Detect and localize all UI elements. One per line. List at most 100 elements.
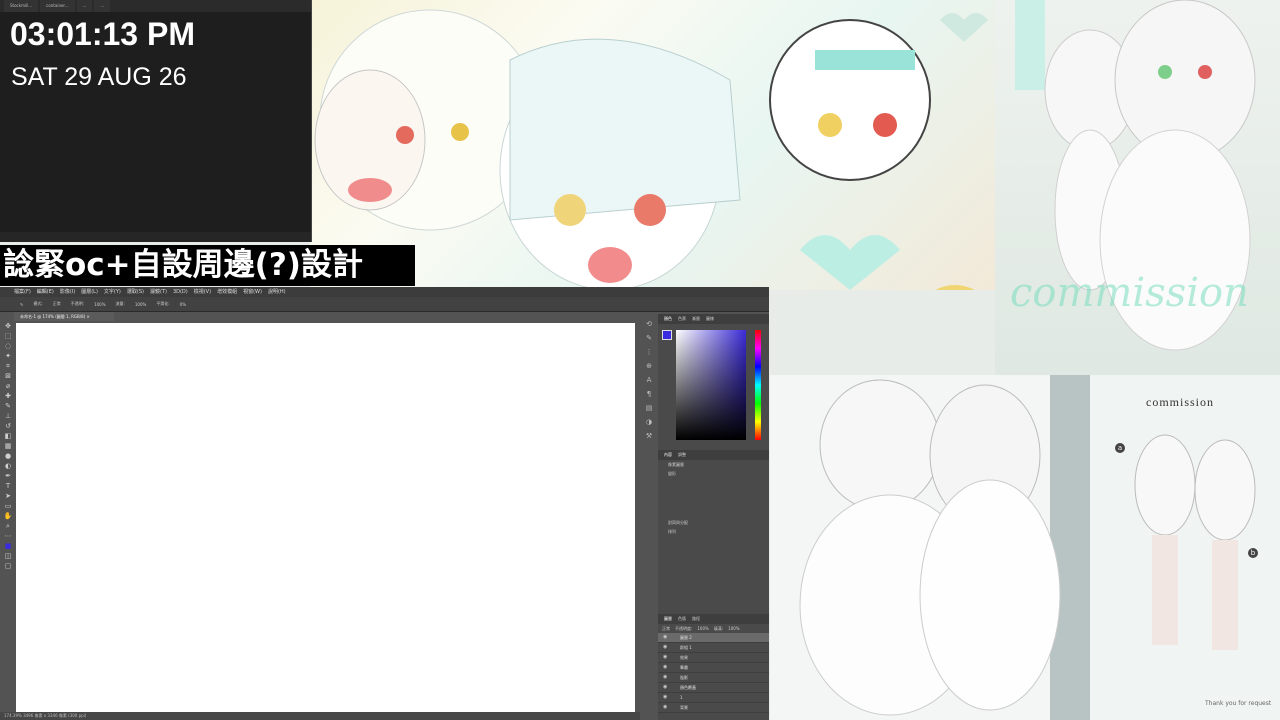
layer-fill-input[interactable]: 100% [728, 624, 739, 633]
layer-row[interactable]: ◉ 1 [658, 693, 769, 703]
gradient-tool-icon[interactable]: ▦ [3, 441, 13, 451]
browser-tab[interactable]: ... [76, 0, 93, 12]
magic-wand-icon[interactable]: ✦ [3, 351, 13, 361]
adjustments-icon[interactable]: ◑ [644, 417, 654, 427]
flow-input[interactable]: 100% [135, 302, 146, 307]
brush-icon[interactable]: ✎ [20, 302, 23, 307]
section-arrange[interactable]: 排列 [658, 527, 769, 536]
commission-artwork-top: commission [995, 0, 1280, 375]
tab-patterns[interactable]: 圖樣 [706, 314, 714, 324]
layer-row[interactable]: ◉ 圖層 2 [658, 633, 769, 643]
layer-opacity-label: 不透明度: [675, 626, 693, 631]
eye-icon[interactable]: ◉ [663, 663, 667, 672]
document-tab[interactable]: 未命名-1 @ 174% (圖層 1, RGB/8) × [14, 312, 114, 321]
libraries-icon[interactable]: ▤ [644, 403, 654, 413]
menu-help[interactable]: 說明(H) [268, 287, 286, 297]
clone-source-icon[interactable]: ⊕ [644, 361, 654, 371]
paragraph-icon[interactable]: ¶ [644, 389, 654, 399]
browser-tab[interactable]: Stockmill... [4, 0, 39, 12]
browser-tab[interactable]: ... [94, 0, 111, 12]
marquee-tool-icon[interactable]: ⬚ [3, 331, 13, 341]
tab-layers[interactable]: 圖層 [664, 614, 672, 624]
menu-view[interactable]: 檢視(V) [194, 287, 211, 297]
flow-label: 流量: [115, 301, 125, 306]
eye-icon[interactable]: ◉ [663, 673, 667, 682]
tab-channels[interactable]: 色版 [678, 614, 686, 624]
tab-color[interactable]: 顏色 [664, 314, 672, 324]
history-brush-icon[interactable]: ↺ [3, 421, 13, 431]
menu-image[interactable]: 影像(I) [60, 287, 75, 297]
brush-tool-icon[interactable]: ✎ [3, 401, 13, 411]
tab-swatches[interactable]: 色票 [678, 314, 686, 324]
layer-name: 顏色覆蓋 [680, 685, 696, 690]
menu-layer[interactable]: 圖層(L) [81, 287, 98, 297]
document-canvas[interactable] [16, 323, 635, 713]
layer-name: 1 [680, 695, 683, 700]
menu-window[interactable]: 視窗(W) [243, 287, 262, 297]
menu-select[interactable]: 選取(S) [127, 287, 144, 297]
section-align[interactable]: 對齊與分配 [658, 518, 769, 527]
opacity-input[interactable]: 100% [94, 302, 105, 307]
shape-tool-icon[interactable]: ▭ [3, 501, 13, 511]
menu-3d[interactable]: 3D(D) [173, 287, 188, 297]
brush-settings-icon[interactable]: ✎ [644, 333, 654, 343]
pen-tool-icon[interactable]: ✒ [3, 471, 13, 481]
frame-tool-icon[interactable]: ⊠ [3, 371, 13, 381]
commission-script-text: commission [1010, 270, 1249, 316]
tab-paths[interactable]: 路徑 [692, 614, 700, 624]
browser-tab[interactable]: container... [40, 0, 75, 12]
move-tool-icon[interactable]: ✥ [3, 321, 13, 331]
eye-icon[interactable]: ◉ [663, 693, 667, 702]
layer-row[interactable]: ◉ 陰影 [658, 673, 769, 683]
tab-adjustments[interactable]: 調整 [678, 450, 686, 460]
blur-tool-icon[interactable]: ● [3, 451, 13, 461]
eye-icon[interactable]: ◉ [663, 653, 667, 662]
stamp-tool-icon[interactable]: ⊥ [3, 411, 13, 421]
character-icon[interactable]: A [644, 375, 654, 385]
menu-plugins[interactable]: 增效模組 [217, 287, 237, 297]
eraser-icon[interactable]: ◧ [3, 431, 13, 441]
lasso-tool-icon[interactable]: ◌ [3, 341, 13, 351]
hue-slider[interactable] [755, 330, 761, 440]
layer-opacity-input[interactable]: 100% [697, 624, 708, 633]
section-transform[interactable]: 變形 [658, 469, 769, 478]
hand-tool-icon[interactable]: ✋ [3, 511, 13, 521]
menu-file[interactable]: 檔案(F) [14, 287, 31, 297]
menu-filter[interactable]: 濾鏡(T) [150, 287, 167, 297]
tool-presets-icon[interactable]: ⚒ [644, 431, 654, 441]
eye-icon[interactable]: ◉ [663, 633, 667, 642]
eye-icon[interactable]: ◉ [663, 683, 667, 692]
zoom-tool-icon[interactable]: ⌕ [3, 521, 13, 531]
layer-row[interactable]: ◉ 群組 1 [658, 643, 769, 653]
transform-fields [658, 478, 769, 518]
right-panels: 顏色 色票 漸層 圖樣 內容 調整 像素圖層 變形 對齊與分配 排列 圖層 色版… [658, 314, 769, 720]
layer-row[interactable]: ◉ 筆畫 [658, 663, 769, 673]
eye-icon[interactable]: ◉ [663, 643, 667, 652]
mode-select[interactable]: 正常 [53, 301, 61, 307]
smoothing-input[interactable]: 0% [180, 302, 186, 307]
healing-brush-icon[interactable]: ✚ [3, 391, 13, 401]
layer-row[interactable]: ◉ 背景 [658, 703, 769, 713]
foreground-color-swatch[interactable] [662, 330, 672, 340]
more-tools-icon[interactable]: ⋯ [3, 531, 13, 541]
menu-edit[interactable]: 編輯(E) [37, 287, 54, 297]
type-tool-icon[interactable]: T [3, 481, 13, 491]
eyedropper-icon[interactable]: ⌀ [3, 381, 13, 391]
path-select-icon[interactable]: ➤ [3, 491, 13, 501]
dodge-tool-icon[interactable]: ◐ [3, 461, 13, 471]
eye-icon[interactable]: ◉ [663, 703, 667, 712]
layer-fill-label: 填滿: [713, 626, 724, 631]
layer-row[interactable]: ◉ 效果 [658, 653, 769, 663]
menu-type[interactable]: 文字(Y) [104, 287, 121, 297]
screen-mode-icon[interactable]: ▢ [3, 561, 13, 571]
color-swatches-icon[interactable]: ■ [3, 541, 13, 551]
layer-row[interactable]: ◉ 顏色覆蓋 [658, 683, 769, 693]
history-icon[interactable]: ⟲ [644, 319, 654, 329]
tab-properties[interactable]: 內容 [664, 450, 672, 460]
quick-mask-icon[interactable]: ◫ [3, 551, 13, 561]
brushes-icon[interactable]: ⋮ [644, 347, 654, 357]
blend-mode-select[interactable]: 正常 [662, 624, 670, 633]
tab-gradients[interactable]: 漸層 [692, 314, 700, 324]
crop-tool-icon[interactable]: ⌗ [3, 361, 13, 371]
color-picker-field[interactable] [676, 330, 746, 440]
